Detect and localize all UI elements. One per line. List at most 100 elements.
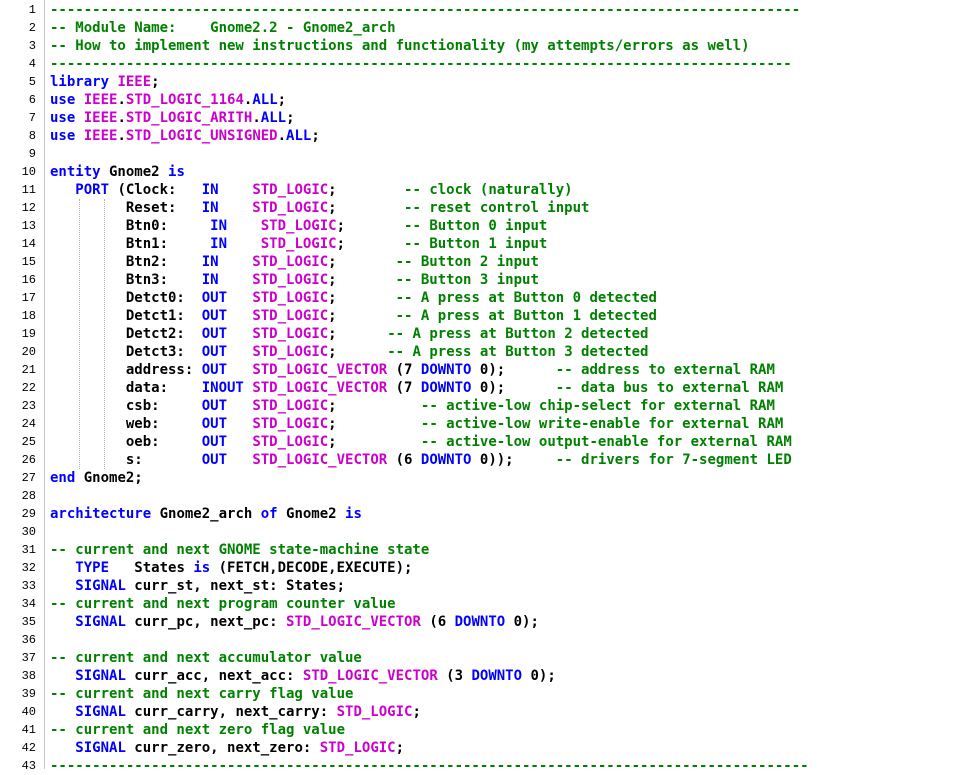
code-token: library	[50, 74, 110, 90]
code-token: -- drivers for 7-segment LED	[555, 452, 792, 468]
line-number: 10	[21, 165, 36, 179]
line-number: 18	[21, 309, 36, 323]
code-line[interactable]: use IEEE.STD_LOGIC_1164.ALL;	[50, 91, 286, 109]
code-line[interactable]: Detct3: OUT STD_LOGIC; -- A press at But…	[50, 343, 649, 361]
code-token: use	[50, 110, 76, 126]
code-token: (3	[437, 668, 472, 684]
code-line[interactable]: Detct2: OUT STD_LOGIC; -- A press at But…	[50, 325, 649, 343]
code-token: STD_LOGIC	[252, 290, 329, 306]
code-token: IEEE	[83, 128, 118, 144]
code-token: Btn1:	[50, 236, 211, 252]
code-line[interactable]: SIGNAL curr_acc, next_acc: STD_LOGIC_VEC…	[50, 667, 555, 685]
line-number: 22	[21, 381, 36, 395]
code-token: oeb:	[50, 434, 202, 450]
code-line[interactable]: web: OUT STD_LOGIC; -- active-low write-…	[50, 415, 783, 433]
code-line[interactable]: SIGNAL curr_zero, next_zero: STD_LOGIC;	[50, 739, 404, 757]
code-text-area[interactable]: ----------------------------------------…	[45, 0, 964, 774]
code-token: Btn0:	[50, 218, 211, 234]
code-line[interactable]: csb: OUT STD_LOGIC; -- active-low chip-s…	[50, 397, 775, 415]
code-line[interactable]: Detct1: OUT STD_LOGIC; -- A press at But…	[50, 307, 657, 325]
code-line[interactable]: use IEEE.STD_LOGIC_ARITH.ALL;	[50, 109, 295, 127]
code-token: -- active-low chip-select for external R…	[420, 398, 775, 414]
code-token: 0));	[471, 452, 556, 468]
code-line[interactable]: s: OUT STD_LOGIC_VECTOR (6 DOWNTO 0)); -…	[50, 451, 792, 469]
line-number: 12	[21, 201, 36, 215]
code-line[interactable]: -- Module Name: Gnome2.2 - Gnome2_arch	[50, 19, 396, 37]
code-token: SIGNAL	[75, 668, 126, 684]
code-token: .	[117, 128, 126, 144]
line-number: 36	[21, 633, 36, 647]
code-token: TYPE	[75, 560, 110, 576]
code-token: SIGNAL	[75, 614, 126, 630]
code-line[interactable]: data: INOUT STD_LOGIC_VECTOR (7 DOWNTO 0…	[50, 379, 784, 397]
code-token: STD_LOGIC	[252, 434, 329, 450]
code-token: OUT	[201, 362, 228, 378]
code-line[interactable]: SIGNAL curr_st, next_st: States;	[50, 577, 345, 595]
code-line[interactable]: Btn0: IN STD_LOGIC; -- Button 0 input	[50, 217, 547, 235]
code-line[interactable]: library IEEE;	[50, 73, 160, 91]
code-token: -- clock (naturally)	[404, 182, 573, 198]
code-line[interactable]: Btn1: IN STD_LOGIC; -- Button 1 input	[50, 235, 547, 253]
code-token: -- data bus to external RAM	[555, 380, 784, 396]
code-token: DOWNTO	[420, 362, 472, 378]
code-token: IN	[201, 182, 219, 198]
code-token: STD_LOGIC	[252, 326, 329, 342]
line-number: 7	[28, 111, 36, 125]
code-token: ;	[336, 236, 405, 252]
line-number: 21	[21, 363, 36, 377]
code-token: SIGNAL	[75, 704, 126, 720]
line-number: 25	[21, 435, 36, 449]
code-line[interactable]: -- current and next accumulator value	[50, 649, 362, 667]
code-line[interactable]: oeb: OUT STD_LOGIC; -- active-low output…	[50, 433, 792, 451]
code-token: use	[50, 92, 76, 108]
code-line[interactable]: -- How to implement new instructions and…	[50, 37, 750, 55]
code-line[interactable]: -- current and next GNOME state-machine …	[50, 541, 429, 559]
code-line[interactable]: architecture Gnome2_arch of Gnome2 is	[50, 505, 362, 523]
code-token: ;	[286, 110, 295, 126]
code-token: STD_LOGIC_VECTOR	[286, 614, 421, 630]
code-token: Gnome2	[100, 164, 169, 180]
code-line[interactable]: ----------------------------------------…	[50, 1, 800, 19]
code-line[interactable]: SIGNAL curr_carry, next_carry: STD_LOGIC…	[50, 703, 421, 721]
code-line[interactable]: SIGNAL curr_pc, next_pc: STD_LOGIC_VECTO…	[50, 613, 539, 631]
code-token: OUT	[201, 398, 228, 414]
code-line[interactable]: entity Gnome2 is	[50, 163, 185, 181]
code-token: ----------------------------------------…	[50, 2, 801, 18]
code-line[interactable]: Btn3: IN STD_LOGIC; -- Button 3 input	[50, 271, 539, 289]
line-number: 13	[21, 219, 36, 233]
code-token: 0);	[471, 362, 556, 378]
code-line[interactable]: ----------------------------------------…	[50, 55, 792, 73]
code-token: ;	[328, 254, 396, 270]
code-line[interactable]: PORT (Clock: IN STD_LOGIC; -- clock (nat…	[50, 181, 573, 199]
code-line[interactable]: -- current and next carry flag value	[50, 685, 353, 703]
code-line[interactable]: address: OUT STD_LOGIC_VECTOR (7 DOWNTO …	[50, 361, 775, 379]
code-line[interactable]: -- current and next program counter valu…	[50, 595, 396, 613]
code-token: address:	[50, 362, 202, 378]
code-token: .	[117, 110, 126, 126]
code-line[interactable]: end Gnome2;	[50, 469, 143, 487]
code-token: data:	[50, 380, 202, 396]
code-line[interactable]: ----------------------------------------…	[50, 757, 809, 775]
code-token: -- Button 1 input	[404, 236, 548, 252]
code-token: of	[260, 506, 278, 522]
code-line[interactable]: Btn2: IN STD_LOGIC; -- Button 2 input	[50, 253, 539, 271]
code-line[interactable]: TYPE States is (FETCH,DECODE,EXECUTE);	[50, 559, 412, 577]
code-token: ;	[328, 200, 405, 216]
code-line[interactable]: Detct0: OUT STD_LOGIC; -- A press at But…	[50, 289, 657, 307]
code-token: ;	[328, 344, 388, 360]
line-number: 17	[21, 291, 36, 305]
code-line[interactable]: Reset: IN STD_LOGIC; -- reset control in…	[50, 199, 590, 217]
code-token: curr_st, next_st: States;	[125, 578, 346, 594]
code-token: ----------------------------------------…	[50, 758, 809, 774]
line-number: 42	[21, 741, 36, 755]
code-line[interactable]: -- current and next zero flag value	[50, 721, 345, 739]
code-line[interactable]: use IEEE.STD_LOGIC_UNSIGNED.ALL;	[50, 127, 320, 145]
code-editor[interactable]: 1 2 3 4 5 6 7 8 9 10 11 12 13 14 15 16 17 18 19 20 21 22 23 24 2…	[0, 0, 964, 774]
